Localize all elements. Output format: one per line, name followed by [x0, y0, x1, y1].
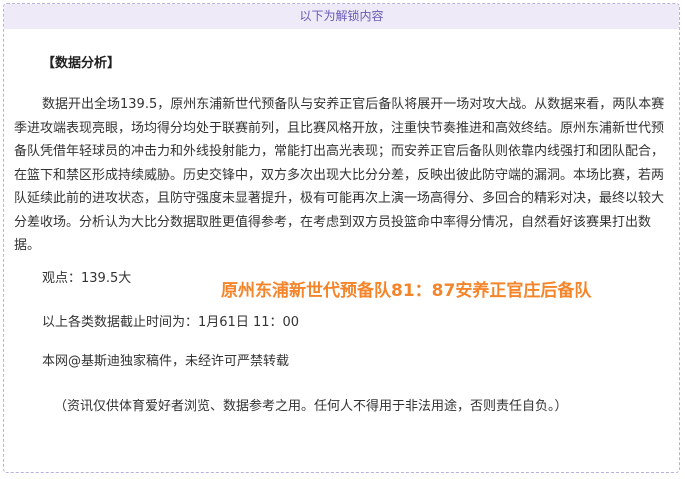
- score-highlight: 原州东浦新世代预备队81：87安养正官庄后备队: [221, 281, 592, 301]
- copyright-notice: 本网@基斯迪独家稿件，未经许可严禁转载: [42, 354, 290, 369]
- disclaimer: （资讯仅供体育爱好者浏览、数据参考之用。任何人不得用于非法用途，否则责任自负。）: [54, 399, 568, 414]
- data-cutoff-time: 以上各类数据截止时间为：1月61日 11：00: [42, 315, 300, 330]
- view-point: 观点：139.5大: [42, 271, 132, 286]
- unlock-header: 以下为解锁内容: [4, 4, 679, 29]
- analysis-paragraph: 数据开出全场139.5，原州东浦新世代预备队与安养正官后备队将展开一场对攻大战。…: [14, 97, 665, 253]
- section-title: 【数据分析】: [42, 56, 121, 71]
